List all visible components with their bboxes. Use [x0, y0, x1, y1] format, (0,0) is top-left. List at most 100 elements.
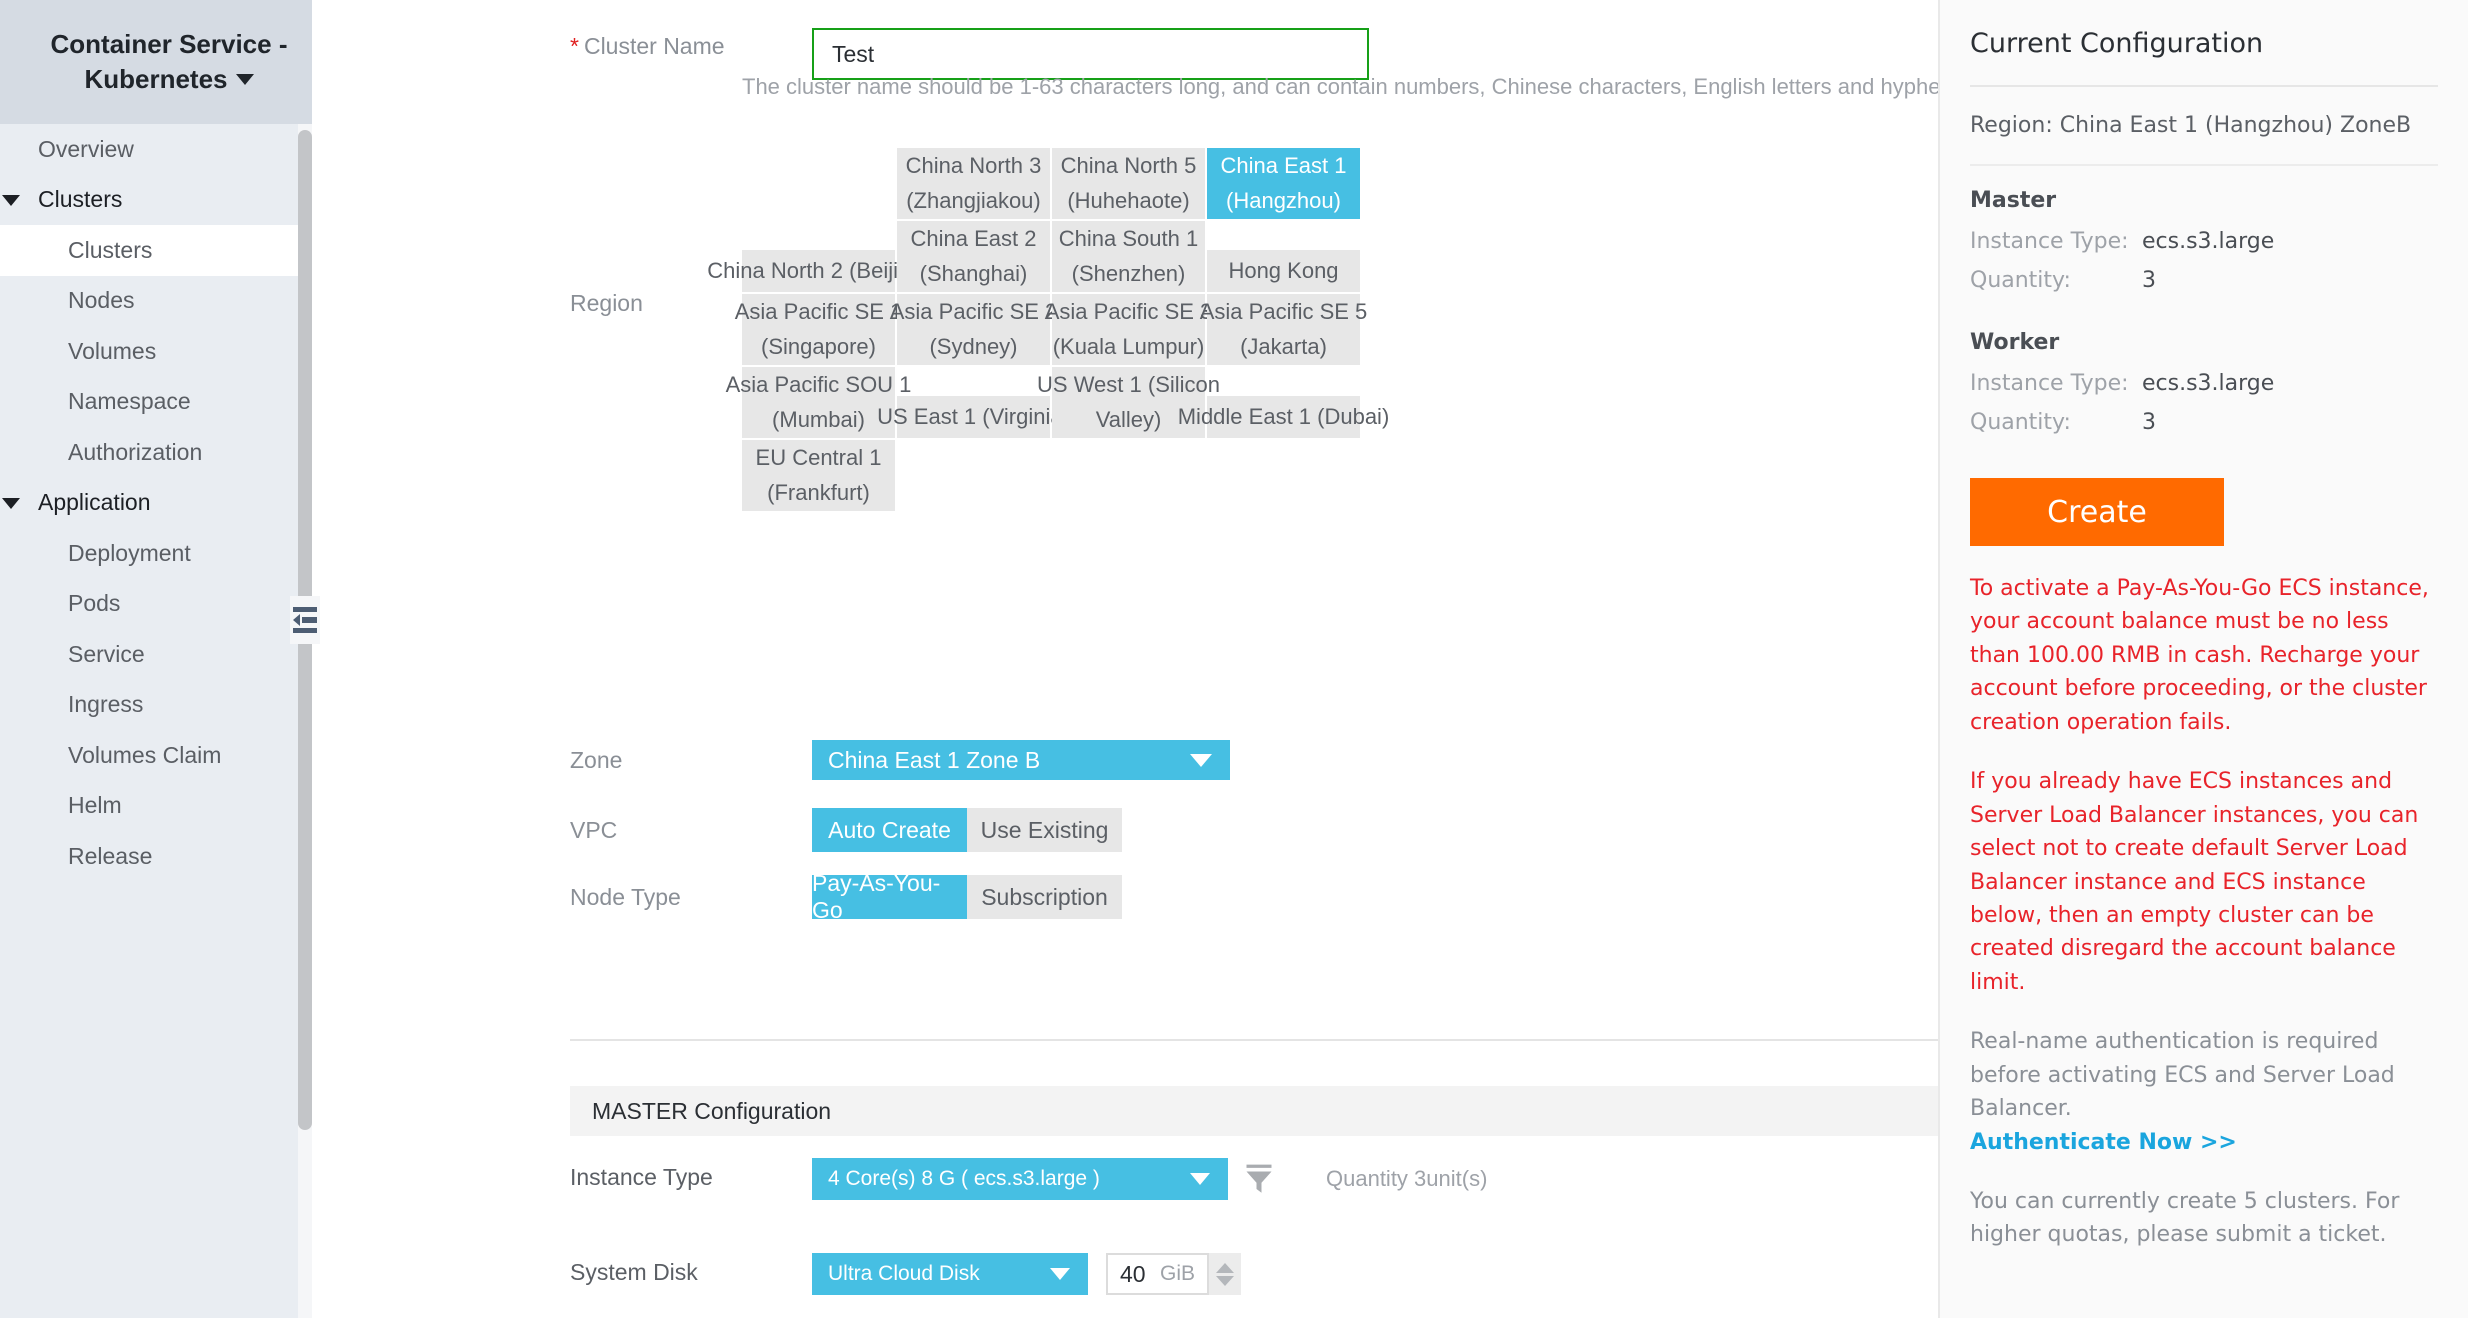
instance-type-value: 4 Core(s) 8 G ( ecs.s3.large ) [828, 1167, 1100, 1190]
note-realname-auth: Real-name authentication is required bef… [1970, 1025, 2438, 1159]
note-realname-auth-text: Real-name authentication is required bef… [1970, 1029, 2395, 1122]
vpc-label: VPC [570, 816, 618, 843]
sidebar-item-application[interactable]: Application [0, 478, 338, 529]
region-tile[interactable]: Asia Pacific SE 2 (Sydney) [890, 294, 1057, 367]
master-group-title: Master [1970, 188, 2057, 213]
system-disk-size-stepper[interactable] [1209, 1253, 1241, 1295]
chevron-down-icon [1190, 754, 1212, 767]
region-tile[interactable]: Asia Pacific SE 1 (Singapore) [735, 294, 902, 367]
sidebar-item-label: Application [38, 489, 151, 516]
master-configuration-header: MASTER Configuration [570, 1086, 2150, 1136]
row-vpc: VPC Auto Create Use Existing [570, 808, 1122, 852]
sidebar-item-deployment[interactable]: Deployment [0, 528, 338, 579]
warning-balance-text: To activate a Pay-As-You-Go ECS instance… [1970, 576, 2429, 735]
sidebar-item-clusters[interactable]: Clusters [0, 225, 338, 276]
authenticate-now-link[interactable]: Authenticate Now >> [1970, 1126, 2438, 1159]
region-tile[interactable]: China East 2 (Shanghai) [897, 221, 1052, 294]
sidebar-item-label: Helm [68, 792, 122, 819]
master-instance-type-row: Instance Type: ecs.s3.large [1970, 223, 2438, 262]
node-type-option-pay-as-you-go[interactable]: Pay-As-You-Go [812, 870, 967, 923]
instance-type-dropdown[interactable]: 4 Core(s) 8 G ( ecs.s3.large ) [812, 1158, 1228, 1200]
system-disk-size-input[interactable]: 40 GiB [1106, 1253, 1209, 1295]
zone-label: Zone [570, 746, 623, 773]
node-type-option-subscription[interactable]: Subscription [967, 875, 1122, 919]
region-tile[interactable]: China East 1 (Hangzhou) [1207, 148, 1362, 221]
section-divider [570, 1039, 2150, 1041]
region-tile-line2: (Frankfurt) [767, 479, 870, 505]
sidebar-item-release[interactable]: Release [0, 831, 338, 882]
region-tile-line1: China South 1 [1058, 226, 1199, 252]
sidebar-item-overview[interactable]: Overview [0, 124, 338, 175]
chevron-down-icon[interactable] [2, 194, 20, 206]
region-tile[interactable]: China North 3 (Zhangjiakou) [897, 148, 1052, 221]
region-grid: China North 3 (Zhangjiakou) China North 5 (… [707, 148, 1389, 513]
vpc-segmented-control: Auto Create Use Existing [812, 808, 1122, 852]
region-tile[interactable]: Middle East 1 (Dubai) [1178, 396, 1389, 440]
region-tile-line2: (Kuala Lumpur) [1052, 333, 1205, 359]
sidebar-item-label: Ingress [68, 691, 144, 718]
sidebar-item-helm[interactable]: Helm [0, 781, 338, 832]
sidebar-item-service[interactable]: Service [0, 629, 338, 680]
region-tile-line1: China East 2 [910, 226, 1037, 252]
worker-instance-type-value: ecs.s3.large [2142, 371, 2275, 396]
create-button[interactable]: Create [1970, 478, 2224, 546]
sidebar-item-volumes-claim[interactable]: Volumes Claim [0, 730, 338, 781]
region-tile-line1: Asia Pacific SE 1 [734, 299, 903, 325]
sidebar-item-label: Volumes [68, 337, 157, 364]
sidebar-item-ingress[interactable]: Ingress [0, 680, 338, 731]
sidebar: Container Service - Kubernetes Overview C… [0, 0, 338, 1318]
chevron-down-icon[interactable] [235, 74, 254, 85]
region-tile-line1: Asia Pacific SE 2 [889, 299, 1058, 325]
worker-group-title: Worker [1970, 330, 2060, 355]
sidebar-item-label: Pods [68, 590, 121, 617]
region-tile-line1: US East 1 (Virginia) [877, 403, 1070, 429]
sidebar-item-authorization[interactable]: Authorization [0, 427, 338, 478]
zone-select[interactable]: China East 1 Zone B [812, 740, 1230, 780]
sidebar-item-clusters[interactable]: Clusters [0, 175, 338, 226]
region-tile[interactable]: China North 2 (Beijing) [707, 250, 930, 294]
region-tile[interactable]: Asia Pacific SE 5 (Jakarta) [1200, 294, 1367, 367]
vpc-option-auto-create[interactable]: Auto Create [812, 808, 967, 852]
region-tile[interactable]: EU Central 1 (Frankfurt) [742, 440, 897, 513]
region-tile[interactable]: China South 1 (Shenzhen) [1052, 221, 1207, 294]
region-tile[interactable]: Asia Pacific SE 3 (Kuala Lumpur) [1045, 294, 1212, 367]
system-disk-size-unit: GiB [1159, 1262, 1195, 1285]
region-tile[interactable]: Asia Pacific SOU 1 (Mumbai) [726, 367, 911, 440]
instance-quantity-text: Quantity 3unit(s) [1326, 1166, 1488, 1191]
region-tile-line2: (Huhehaote) [1067, 187, 1190, 213]
sidebar-brand[interactable]: Container Service - Kubernetes [0, 0, 338, 124]
triangle-up-icon[interactable] [1216, 1262, 1234, 1273]
row-node-type: Node Type Pay-As-You-Go Subscription [570, 870, 1122, 923]
region-tile-line2: (Hangzhou) [1226, 187, 1341, 213]
row-system-disk: System Disk Ultra Cloud Disk 40 GiB [570, 1253, 1241, 1295]
triangle-down-icon[interactable] [1216, 1275, 1234, 1286]
sidebar-collapse-handle[interactable] [290, 596, 320, 644]
system-disk-size-value: 40 [1120, 1260, 1146, 1287]
system-disk-label: System Disk [570, 1259, 698, 1285]
sidebar-item-nodes[interactable]: Nodes [0, 276, 338, 327]
vpc-option-use-existing[interactable]: Use Existing [967, 808, 1122, 852]
region-tile-line2: (Shenzhen) [1071, 260, 1186, 286]
node-type-segmented-control: Pay-As-You-Go Subscription [812, 870, 1122, 923]
chevron-down-icon [1050, 1268, 1070, 1280]
master-quantity-label: Quantity: [1970, 267, 2071, 293]
sidebar-nav: Overview Clusters Clusters Nodes Volumes Name… [0, 124, 338, 882]
current-configuration-panel: Current Configuration Region: China East… [1938, 0, 2468, 1318]
chevron-down-icon[interactable] [2, 497, 20, 509]
cluster-name-label: * Cluster Name [570, 33, 725, 59]
region-tile[interactable]: Hong Kong [1207, 250, 1362, 294]
warning-existing-instances-text: If you already have ECS instances and Se… [1970, 769, 2419, 995]
system-disk-value: Ultra Cloud Disk [828, 1262, 980, 1285]
region-tile[interactable]: China North 5 (Huhehaote) [1052, 148, 1207, 221]
sidebar-item-pods[interactable]: Pods [0, 579, 338, 630]
filter-funnel-icon[interactable] [1244, 1162, 1274, 1196]
region-tile[interactable]: US East 1 (Virginia) [877, 396, 1070, 440]
system-disk-dropdown[interactable]: Ultra Cloud Disk [812, 1253, 1088, 1295]
region-tile-line1: China North 3 [905, 153, 1042, 179]
region-tile-line2: (Sydney) [929, 333, 1018, 359]
sidebar-item-volumes[interactable]: Volumes [0, 326, 338, 377]
sidebar-item-namespace[interactable]: Namespace [0, 377, 338, 428]
sidebar-item-label: Nodes [68, 287, 135, 314]
worker-quantity-value: 3 [2142, 409, 2156, 435]
region-tile-line1: Asia Pacific SOU 1 [725, 372, 912, 398]
